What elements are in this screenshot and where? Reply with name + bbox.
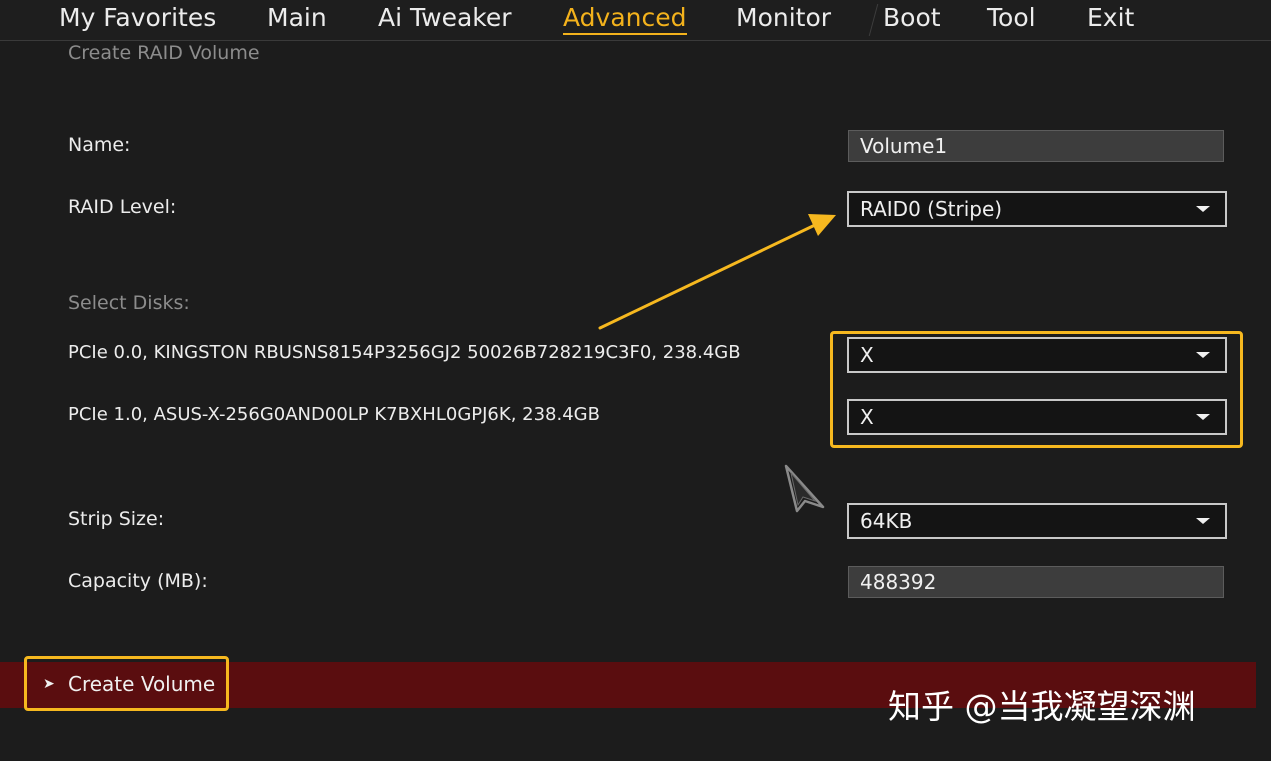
watermark: 知乎 @当我凝望深渊 [888,687,1196,726]
annotation-arrow [598,214,836,330]
mouse-cursor-icon [784,464,825,513]
